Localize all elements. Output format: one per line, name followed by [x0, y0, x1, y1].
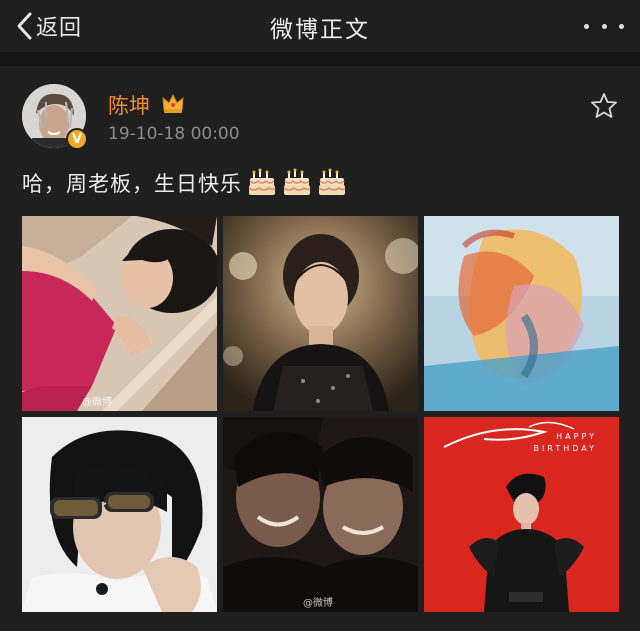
more-dot-icon [601, 23, 607, 29]
photo-4[interactable] [22, 417, 217, 612]
star-icon [591, 93, 617, 118]
divider [0, 52, 640, 66]
author-name[interactable]: 陈坤 [108, 90, 150, 120]
post-timestamp: 19-10-18 00:00 [108, 124, 240, 144]
photo-1[interactable]: @微博 [22, 216, 217, 411]
photo-2[interactable] [223, 216, 418, 411]
caption-line: HAPPY [556, 432, 597, 441]
photo-watermark: @微博 [82, 397, 112, 408]
crown-icon [161, 92, 185, 114]
more-dot-icon [619, 23, 624, 29]
photo-6[interactable]: HAPPY BIRTHDAY [424, 417, 619, 612]
cake-icon [282, 168, 312, 198]
caption-line: BIRTHDAY [533, 444, 597, 453]
cake-icon [317, 168, 347, 198]
photo-watermark: @微博 [303, 598, 333, 609]
photo-3[interactable] [424, 216, 619, 411]
photo-grid: @微博 @微博 HAPPY BIRTHDAY [22, 216, 619, 613]
post-content: 哈，周老板，生日快乐 [22, 166, 347, 200]
weibo-post-screen: 返回 微博正文 V 陈坤 19-10-18 00:00 哈，周老板，生日快乐 @… [0, 0, 640, 631]
verified-badge-icon: V [66, 128, 88, 150]
more-dot-icon [584, 23, 589, 29]
photo-5[interactable]: @微博 [223, 417, 418, 612]
page-title: 微博正文 [270, 17, 370, 43]
favorite-button[interactable] [590, 92, 618, 120]
navigation-bar: 返回 微博正文 [0, 0, 640, 52]
cake-icon [247, 168, 277, 198]
birthday-caption: HAPPY BIRTHDAY [517, 431, 597, 455]
post-text: 哈，周老板，生日快乐 [22, 172, 242, 196]
more-options-button[interactable] [584, 16, 624, 36]
